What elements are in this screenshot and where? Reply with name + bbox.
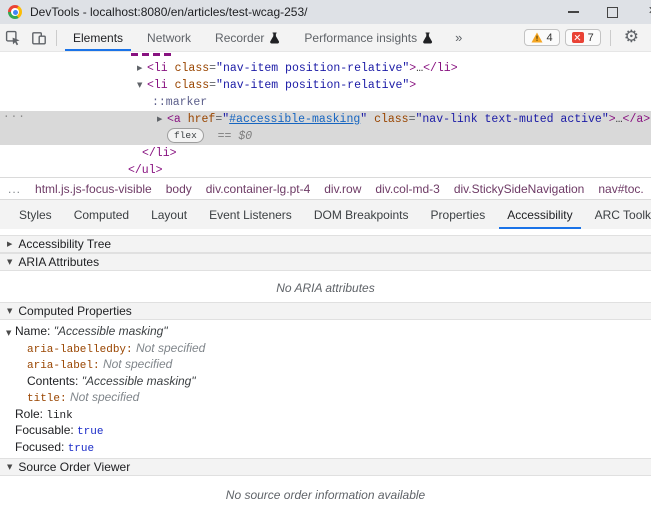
devtools-toolbar: Elements Network Recorder Performance in… xyxy=(0,24,651,52)
inspect-element-icon[interactable] xyxy=(0,25,26,51)
tab-layout-label: Layout xyxy=(151,207,188,222)
property-row-name[interactable]: ▼ Name: "Accessible masking" xyxy=(0,323,651,340)
source-order-empty-message: No source order information available xyxy=(225,488,426,502)
expand-arrow-icon[interactable]: ▶ xyxy=(137,60,147,77)
tab-elements-label: Elements xyxy=(73,30,124,45)
breadcrumb: ... html.js.js-focus-visible body div.co… xyxy=(0,177,651,199)
section-aria-attributes[interactable]: ▼ ARIA Attributes xyxy=(0,253,651,271)
dom-node-anchor-selected[interactable]: ▶ <a href="#accessible-masking" class="na… xyxy=(157,111,650,128)
warnings-badge[interactable]: 4 xyxy=(523,29,560,46)
expanded-arrow-icon[interactable]: ▼ xyxy=(7,463,12,471)
property-row-aria-label[interactable]: aria-label: Not specified xyxy=(0,356,651,373)
expanded-arrow-icon[interactable]: ▼ xyxy=(7,258,12,266)
aria-empty-message: No ARIA attributes xyxy=(276,281,375,295)
settings-gear-icon[interactable]: ⚙ xyxy=(620,29,647,46)
collapse-arrow-icon[interactable]: ▼ xyxy=(137,77,147,94)
section-source-order-viewer-label: Source Order Viewer xyxy=(18,460,131,474)
tab-accessibility-label: Accessibility xyxy=(507,207,573,222)
tab-arc-toolkit-label: ARC Toolkit xyxy=(594,207,651,222)
property-row-focusable[interactable]: Focusable: true xyxy=(0,422,651,439)
experiment-flask-icon xyxy=(422,32,433,44)
dom-node-li-collapsed[interactable]: ▶ <li class="nav-item position-relative">… xyxy=(137,60,458,77)
tab-styles-label: Styles xyxy=(19,207,52,222)
tab-properties-label: Properties xyxy=(430,207,486,222)
computed-properties-list: ▼ Name: "Accessible masking" aria-labelle… xyxy=(0,323,651,455)
tab-computed[interactable]: Computed xyxy=(63,200,140,229)
tab-dom-breakpoints-label: DOM Breakpoints xyxy=(313,207,409,222)
tab-styles[interactable]: Styles xyxy=(8,200,63,229)
toolbar-separator xyxy=(609,29,611,46)
name-value: "Accessible masking" xyxy=(53,324,168,338)
collapsed-arrow-icon[interactable]: ▶ xyxy=(7,240,12,248)
tab-event-listeners[interactable]: Event Listeners xyxy=(198,200,303,229)
tab-elements[interactable]: Elements xyxy=(61,24,135,51)
expanded-arrow-icon[interactable]: ▼ xyxy=(7,307,12,315)
section-accessibility-tree[interactable]: ▶ Accessibility Tree xyxy=(0,235,651,253)
tab-performance-insights[interactable]: Performance insights xyxy=(292,24,445,51)
breadcrumb-overflow-icon[interactable]: ... xyxy=(8,182,21,196)
section-accessibility-tree-label: Accessibility Tree xyxy=(18,237,112,251)
dom-node-li-close[interactable]: </li> xyxy=(142,145,177,162)
window-title: DevTools - localhost:8080/en/articles/te… xyxy=(30,5,308,19)
window-controls: ✕ xyxy=(568,0,651,24)
breadcrumb-item-body[interactable]: body xyxy=(166,182,192,196)
expand-arrow-icon[interactable]: ▶ xyxy=(157,111,167,128)
window-titlebar: DevTools - localhost:8080/en/articles/te… xyxy=(0,0,651,24)
breadcrumb-item-col[interactable]: div.col-md-3 xyxy=(375,182,439,196)
breadcrumb-item-sticky-nav[interactable]: div.StickySideNavigation xyxy=(454,182,585,196)
section-computed-properties[interactable]: ▼ Computed Properties xyxy=(0,302,651,320)
breadcrumb-item-html[interactable]: html.js.js-focus-visible xyxy=(35,182,152,196)
breadcrumb-item-nav-toc[interactable]: nav#toc. xyxy=(598,182,643,196)
errors-badge[interactable]: 7 xyxy=(564,29,601,46)
maximize-button[interactable] xyxy=(607,6,618,18)
property-row-focused[interactable]: Focused: true xyxy=(0,439,651,456)
tab-network-label: Network xyxy=(147,30,192,45)
property-row-title[interactable]: title: Not specified xyxy=(0,389,651,406)
toolbar-badges: 4 7 ⚙ xyxy=(523,29,651,46)
property-row-aria-labelledby[interactable]: aria-labelledby: Not specified xyxy=(0,340,651,357)
property-row-contents[interactable]: Contents: "Accessible masking" xyxy=(0,373,651,390)
warning-count: 4 xyxy=(546,31,553,44)
elements-tree: ... ▶ <li class="nav-item position-relati… xyxy=(0,52,651,177)
section-computed-properties-label: Computed Properties xyxy=(18,304,132,318)
property-row-role[interactable]: Role: link xyxy=(0,406,651,423)
flex-badge[interactable]: flex xyxy=(167,128,204,143)
tab-recorder-label: Recorder xyxy=(215,30,265,45)
toolbar-separator xyxy=(56,29,57,46)
error-icon xyxy=(571,32,584,43)
tab-properties[interactable]: Properties xyxy=(420,200,497,229)
tab-recorder[interactable]: Recorder xyxy=(203,24,292,51)
more-tabs-icon[interactable]: » xyxy=(445,30,472,45)
warning-triangle-icon xyxy=(531,32,543,43)
tab-arc-toolkit[interactable]: ARC Toolkit xyxy=(584,200,651,229)
tab-network[interactable]: Network xyxy=(135,24,203,51)
tab-event-listeners-label: Event Listeners xyxy=(209,207,292,222)
tab-dom-breakpoints[interactable]: DOM Breakpoints xyxy=(303,200,420,229)
tab-performance-insights-label: Performance insights xyxy=(304,30,418,45)
dom-node-li-expanded[interactable]: ▼ <li class="nav-item position-relative"> xyxy=(137,77,416,94)
clipped-dom-line xyxy=(131,53,175,56)
breadcrumb-item-container[interactable]: div.container-lg.pt-4 xyxy=(206,182,311,196)
chrome-logo-icon xyxy=(8,5,22,19)
dom-node-ul-close[interactable]: </ul> xyxy=(128,162,163,177)
dom-node-badges-row: flex == $0 xyxy=(167,128,252,145)
dom-node-pseudo-marker[interactable]: ::marker xyxy=(152,94,207,111)
equals-equals xyxy=(204,130,218,143)
tab-layout[interactable]: Layout xyxy=(140,200,198,229)
dollar-zero-ref: $0 xyxy=(238,130,253,143)
tab-computed-label: Computed xyxy=(73,207,130,222)
error-count: 7 xyxy=(587,31,594,44)
minimize-button[interactable] xyxy=(568,11,579,13)
tab-accessibility[interactable]: Accessibility xyxy=(496,200,583,229)
section-aria-attributes-label: ARIA Attributes xyxy=(18,255,100,269)
experiment-flask-icon xyxy=(269,32,280,44)
expanded-arrow-icon[interactable]: ▼ xyxy=(6,325,15,342)
href-link[interactable]: #accessible-masking xyxy=(229,113,360,126)
breadcrumb-item-row[interactable]: div.row xyxy=(324,182,361,196)
device-toolbar-icon[interactable] xyxy=(26,25,52,51)
node-actions-ellipsis-icon[interactable]: ... xyxy=(3,109,26,121)
section-source-order-viewer[interactable]: ▼ Source Order Viewer xyxy=(0,458,651,476)
sidebar-panel-tabs: Styles Computed Layout Event Listeners D… xyxy=(0,199,651,229)
